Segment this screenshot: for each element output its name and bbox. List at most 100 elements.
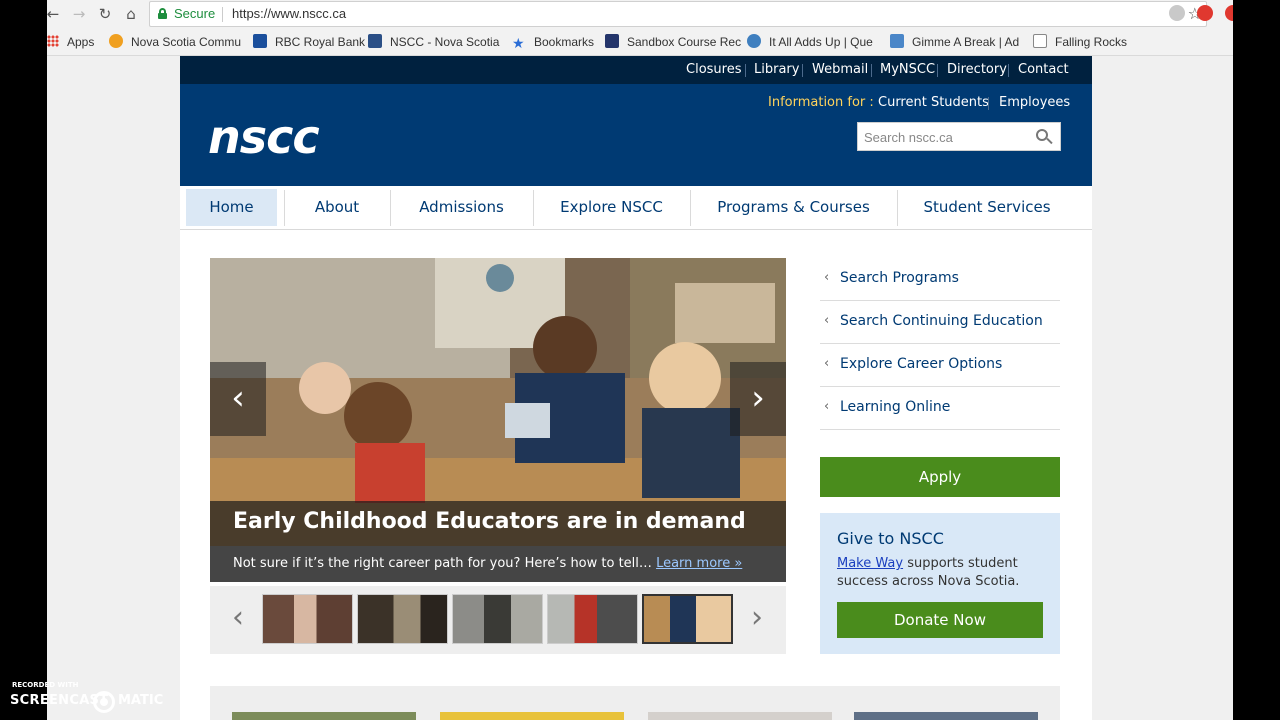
chevron-left-icon: ‹: [824, 399, 830, 414]
divider: [802, 64, 803, 77]
carousel-caption: Early Childhood Educators are in demand: [210, 501, 786, 546]
back-icon[interactable]: ←: [47, 4, 63, 24]
screencast-o-matic-logo-icon: [93, 691, 115, 713]
bookmark-favicon: [605, 34, 619, 48]
link-current-students[interactable]: Current Students: [878, 95, 989, 110]
quick-link-search-programs[interactable]: ‹ Search Programs: [820, 258, 1060, 301]
utility-bar: Closures Library Webmail MyNSCC Director…: [180, 56, 1092, 84]
browser-window: ← → ↻ ⌂ Secure https://www.nscc.ca ☆ App…: [47, 0, 1233, 720]
link-library[interactable]: Library: [754, 62, 799, 77]
carousel-thumbnails: ‹ ›: [210, 586, 786, 654]
thumbnail-4[interactable]: [547, 594, 638, 644]
thumbnail-2[interactable]: [357, 594, 448, 644]
thumbs-next-icon[interactable]: ›: [742, 600, 772, 636]
feature-tile-2[interactable]: [440, 712, 624, 720]
nav-explore-nscc[interactable]: Explore NSCC: [533, 189, 690, 226]
learn-more-link[interactable]: Learn more »: [656, 556, 742, 571]
carousel-subtitle: Not sure if it’s the right career path f…: [233, 556, 742, 571]
carousel-prev-button[interactable]: ‹: [210, 362, 266, 436]
bookmark-favicon: [368, 34, 382, 48]
apps-grid-icon: [47, 35, 59, 47]
url-text[interactable]: https://www.nscc.ca: [232, 6, 346, 21]
screen: ← → ↻ ⌂ Secure https://www.nscc.ca ☆ App…: [0, 0, 1280, 720]
thumbnail-5-selected[interactable]: [642, 594, 733, 644]
nav-home[interactable]: Home: [186, 189, 277, 226]
give-title: Give to NSCC: [837, 529, 944, 548]
nscc-logo[interactable]: nscc: [208, 110, 320, 164]
bookmark-gimme-a-break[interactable]: Gimme A Break | Ad: [890, 34, 1019, 50]
link-employees[interactable]: Employees: [999, 95, 1070, 110]
feature-tile-4[interactable]: [854, 712, 1038, 720]
forward-icon[interactable]: →: [69, 4, 89, 24]
quick-link-learning-online[interactable]: ‹ Learning Online: [820, 387, 1060, 430]
feature-tile-3[interactable]: [648, 712, 832, 720]
chevron-left-icon: ‹: [231, 378, 245, 418]
star-folder-icon: ★: [512, 35, 525, 51]
divider: [745, 64, 746, 77]
carousel-subtitle-text: Not sure if it’s the right career path f…: [233, 556, 652, 571]
bookmarks-bar: Apps Nova Scotia Commu RBC Royal Bank NS…: [47, 28, 1233, 56]
bookmark-sandbox[interactable]: Sandbox Course Rec: [605, 34, 741, 50]
recorded-with-label: RECORDED WITH: [12, 681, 79, 689]
reload-icon[interactable]: ↻: [95, 4, 115, 24]
chevron-left-icon: ‹: [824, 356, 830, 371]
give-description: Make Way supports student success across…: [837, 555, 1052, 591]
main-navigation: Home About Admissions Explore NSCC Progr…: [180, 186, 1092, 230]
web-page: Closures Library Webmail MyNSCC Director…: [180, 56, 1092, 720]
bookmark-favicon: [109, 34, 123, 48]
make-way-link[interactable]: Make Way: [837, 556, 903, 571]
browser-toolbar: ← → ↻ ⌂ Secure https://www.nscc.ca ☆: [47, 0, 1233, 28]
link-contact[interactable]: Contact: [1018, 62, 1069, 77]
site-search: [857, 122, 1061, 151]
bookmark-apps[interactable]: Apps: [47, 34, 94, 50]
page-icon: [1033, 34, 1047, 48]
thumbs-prev-icon[interactable]: ‹: [223, 600, 253, 636]
carousel-next-button[interactable]: ›: [730, 362, 786, 436]
extension-red-icon-2[interactable]: [1225, 5, 1233, 21]
apply-button[interactable]: Apply: [820, 457, 1060, 497]
chevron-left-icon: ‹: [824, 313, 830, 328]
carousel-title: Early Childhood Educators are in demand: [233, 509, 746, 534]
quick-link-career-options[interactable]: ‹ Explore Career Options: [820, 344, 1060, 387]
donate-now-button[interactable]: Donate Now: [837, 602, 1043, 638]
site-header: nscc Information for : Current Students …: [180, 84, 1092, 186]
bookmark-falling-rocks[interactable]: Falling Rocks: [1033, 34, 1127, 50]
search-icon[interactable]: [1036, 129, 1053, 145]
divider: [871, 64, 872, 77]
nav-student-services[interactable]: Student Services: [897, 189, 1077, 226]
nav-admissions[interactable]: Admissions: [390, 189, 533, 226]
bookmark-rbc[interactable]: RBC Royal Bank: [253, 34, 365, 50]
bookmark-nova-scotia[interactable]: Nova Scotia Commu: [109, 34, 241, 50]
feature-tiles-strip: [210, 686, 1060, 720]
address-bar[interactable]: Secure https://www.nscc.ca ☆: [149, 1, 1207, 27]
link-mynscc[interactable]: MyNSCC: [880, 62, 935, 77]
hero-carousel[interactable]: ‹ › Early Childhood Educators are in dem…: [210, 258, 786, 582]
feature-tile-1[interactable]: [232, 712, 416, 720]
quick-links: ‹ Search Programs ‹ Search Continuing Educ…: [820, 258, 1060, 430]
thumbnail-3[interactable]: [452, 594, 543, 644]
divider: [988, 97, 989, 110]
chevron-right-icon: ›: [751, 378, 765, 418]
carousel-subcaption: Not sure if it’s the right career path f…: [210, 546, 786, 582]
quick-link-continuing-education[interactable]: ‹ Search Continuing Education: [820, 301, 1060, 344]
give-to-nscc-panel: Give to NSCC Make Way supports student s…: [820, 513, 1060, 654]
divider: [1008, 64, 1009, 77]
search-input[interactable]: [864, 127, 1034, 147]
bookmark-favicon: [890, 34, 904, 48]
extension-red-icon[interactable]: [1197, 5, 1213, 21]
wordpress-icon: [747, 34, 761, 48]
bookmark-it-all-adds-up[interactable]: It All Adds Up | Que: [747, 34, 873, 50]
nav-programs-courses[interactable]: Programs & Courses: [690, 189, 897, 226]
link-webmail[interactable]: Webmail: [812, 62, 868, 77]
matic-label: MATIC: [118, 693, 164, 708]
home-icon[interactable]: ⌂: [121, 4, 141, 24]
divider: [937, 64, 938, 77]
extension-icon[interactable]: [1169, 5, 1185, 21]
bookmark-nscc[interactable]: NSCC - Nova Scotia: [368, 34, 499, 50]
link-directory[interactable]: Directory: [947, 62, 1007, 77]
thumbnail-1[interactable]: [262, 594, 353, 644]
bookmark-folder[interactable]: ★ Bookmarks: [512, 34, 594, 50]
nav-about[interactable]: About: [284, 189, 390, 226]
link-closures[interactable]: Closures: [686, 62, 742, 77]
information-for-label: Information for :: [768, 95, 874, 110]
